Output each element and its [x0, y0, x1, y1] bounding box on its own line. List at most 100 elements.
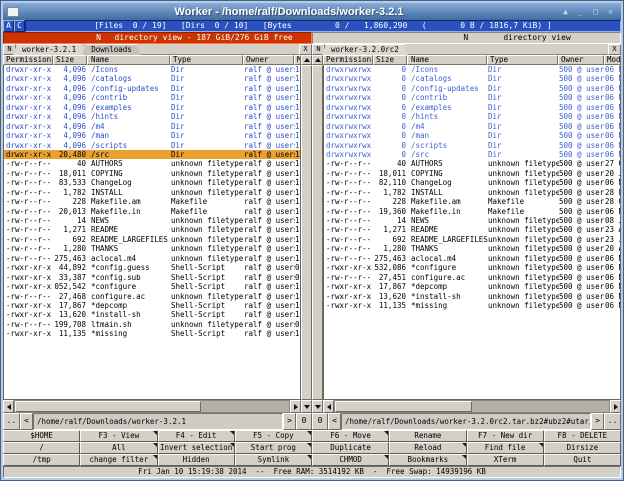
command-button[interactable]: Dirsize [544, 442, 621, 454]
column-header-size[interactable]: Size [373, 55, 407, 65]
file-row[interactable]: -rw-r--r--82,110ChangeLogunknown filetyp… [324, 178, 620, 187]
file-row[interactable]: -rw-r--r--1,782INSTALLunknown filetypera… [4, 188, 300, 197]
file-row[interactable]: -rwxr-xr-x1,052,542*configureShell-Scrip… [4, 282, 300, 291]
file-row[interactable]: -rw-r--r--228Makefile.amMakefile500 @ us… [324, 197, 620, 206]
file-row[interactable]: drwxr-xr-x4,096/config-updatesDirralf @ … [4, 84, 300, 93]
left-scroll-down-button[interactable] [301, 400, 312, 413]
column-header-name[interactable]: Name [407, 55, 487, 65]
file-row[interactable]: drwxr-xr-x4,096/manDirralf @ users1 [4, 131, 300, 140]
file-row[interactable]: drwxr-xr-x4,096/hintsDirralf @ users1 [4, 112, 300, 121]
column-header-type[interactable]: Type [170, 55, 243, 65]
file-row[interactable]: -rwxr-xr-x13,620*install-shShell-Scriptr… [4, 310, 300, 319]
file-row[interactable]: -rw-r--r--275,463aclocal.m4unknown filet… [4, 254, 300, 263]
file-row[interactable]: drwxr-xr-x4,096/catalogsDirralf @ users1 [4, 74, 300, 83]
file-row[interactable]: -rw-r--r--275,463aclocal.m4unknown filet… [324, 254, 620, 263]
file-row[interactable]: -rw-r--r--692README_LARGEFILESunknown fi… [324, 235, 620, 244]
right-mode-bar[interactable]: N directory view [312, 32, 621, 44]
file-row[interactable]: drwxrwxrwx0/manDir500 @ users06 N [324, 131, 620, 140]
left-vscroll-track[interactable] [301, 65, 312, 400]
right-hscroll-track[interactable] [334, 400, 610, 413]
panel-tab[interactable]: worker-3.2.0rc2 [322, 44, 408, 55]
command-button[interactable]: Rename [389, 430, 466, 442]
left-close-tab-button[interactable]: X [299, 44, 312, 55]
file-row[interactable]: -rw-r--r--199,708ltmain.shunknown filety… [4, 320, 300, 329]
file-row[interactable]: drwxr-xr-x4,096/contribDirralf @ users1 [4, 93, 300, 102]
minimize-icon[interactable]: _ [574, 6, 587, 18]
command-button[interactable]: All [80, 442, 157, 454]
command-button[interactable]: Invert selection [158, 442, 235, 454]
left-vertical-scrollbar[interactable] [301, 55, 312, 400]
file-row[interactable]: drwxr-xr-x4,096/scriptsDirralf @ users1 [4, 141, 300, 150]
file-row[interactable]: drwxr-xr-x4,096/IconsDirralf @ users1 [4, 65, 300, 74]
panel-tab[interactable]: Downloads [82, 44, 141, 55]
command-button[interactable]: Find file [467, 442, 544, 454]
file-row[interactable]: drwxrwxrwx0/m4Dir500 @ users06 N [324, 122, 620, 131]
right-vscroll-track[interactable] [312, 65, 323, 400]
left-hscroll-track[interactable] [14, 400, 290, 413]
command-button[interactable]: XTerm [467, 454, 544, 466]
command-button[interactable]: CHMOD [312, 454, 389, 466]
file-row[interactable]: -rw-r--r--14NEWSunknown filetyperalf @ u… [4, 216, 300, 225]
column-header-owner[interactable]: Owner [243, 55, 294, 65]
command-button[interactable]: /tmp [3, 454, 80, 466]
file-row[interactable]: -rwxr-xr-x33,387*config.subShell-Scriptr… [4, 273, 300, 282]
right-scroll-up-button[interactable] [312, 55, 323, 65]
panel-tab[interactable]: worker-3.2.1 [13, 44, 85, 55]
file-row[interactable]: -rw-r--r--1,271READMEunknown filetype500… [324, 225, 620, 234]
left-path-field[interactable]: /home/ralf/Downloads/worker-3.2.1 [33, 413, 283, 430]
right-hscroll-thumb[interactable] [335, 401, 472, 412]
left-file-list[interactable]: drwxr-xr-x4,096/IconsDirralf @ users1drw… [3, 65, 301, 400]
file-row[interactable]: -rw-r--r--27,468configure.acunknown file… [4, 292, 300, 301]
command-button[interactable]: $HOME [3, 430, 80, 442]
command-button[interactable]: Duplicate [312, 442, 389, 454]
titlebar[interactable]: Worker - /home/ralf/Downloads/worker-3.2… [3, 3, 621, 20]
keep-above-icon[interactable]: ▲ [559, 6, 572, 18]
left-vscroll-thumb[interactable] [301, 65, 312, 400]
left-history-back-button[interactable]: < [20, 413, 33, 430]
file-row[interactable]: drwxrwxrwx0/IconsDir500 @ users06 N [324, 65, 620, 74]
column-header-name[interactable]: Name [87, 55, 170, 65]
command-button[interactable]: F8 - DELETE [544, 430, 621, 442]
right-scroll-left-button[interactable] [323, 400, 334, 413]
close-icon[interactable]: ✕ [604, 6, 617, 18]
left-mode-bar[interactable]: N directory view - 187 GiB/276 GiB free [3, 32, 312, 44]
file-row[interactable]: -rw-r--r--18,011COPYINGunknown filetyper… [4, 169, 300, 178]
file-row[interactable]: drwxr-xr-x4,096/m4Dirralf @ users1 [4, 122, 300, 131]
file-row[interactable]: -rw-r--r--20,013Makefile.inMakefileralf … [4, 207, 300, 216]
file-row[interactable]: -rwxr-xr-x44,892*config.guessShell-Scrip… [4, 263, 300, 272]
file-row[interactable]: -rwxr-xr-x11,135*missingShell-Scriptralf… [4, 329, 300, 338]
column-header-owner[interactable]: Owner [558, 55, 604, 65]
command-button[interactable]: F5 - Copy [235, 430, 312, 442]
left-bank-button[interactable]: 0 [296, 413, 312, 430]
file-row[interactable]: drwxrwxrwx0/examplesDir500 @ users06 N [324, 103, 620, 112]
file-row[interactable]: drwxrwxrwx0/scriptsDir500 @ users06 N [324, 141, 620, 150]
command-button[interactable]: / [3, 442, 80, 454]
file-row[interactable]: -rw-r--r--14NEWSunknown filetype500 @ us… [324, 216, 620, 225]
command-button[interactable]: F6 - Move [312, 430, 389, 442]
maximize-icon[interactable]: □ [589, 6, 602, 18]
right-history-forward-button[interactable]: > [591, 413, 604, 430]
right-history-back-button[interactable]: < [328, 413, 341, 430]
command-button[interactable]: F4 - Edit [158, 430, 235, 442]
left-scroll-up-button[interactable] [301, 55, 312, 65]
file-row[interactable]: -rw-r--r--1,280THANKSunknown filetype500… [324, 244, 620, 253]
command-button[interactable]: Bookmarks [389, 454, 466, 466]
file-row[interactable]: -rw-r--r--40AUTHORSunknown filetyperalf … [4, 159, 300, 168]
column-header-permission[interactable]: Permission [323, 55, 373, 65]
command-button[interactable]: F3 - View [80, 430, 157, 442]
file-row[interactable]: -rw-r--r--18,011COPYINGunknown filetype5… [324, 169, 620, 178]
column-header-m[interactable]: M [294, 55, 301, 65]
column-header-modi[interactable]: Modi [604, 55, 621, 65]
column-header-type[interactable]: Type [487, 55, 558, 65]
file-row[interactable]: drwxrwxrwx0/hintsDir500 @ users06 N [324, 112, 620, 121]
column-header-permission[interactable]: Permission [3, 55, 53, 65]
file-row[interactable]: -rw-r--r--83,533ChangeLogunknown filetyp… [4, 178, 300, 187]
file-row[interactable]: -rwxr-xr-x532,086*configureunknown filet… [324, 263, 620, 272]
file-row[interactable]: -rw-r--r--1,782INSTALLunknown filetype50… [324, 188, 620, 197]
file-row[interactable]: -rw-r--r--228Makefile.amMakefileralf @ u… [4, 197, 300, 206]
command-button[interactable]: Hidden [158, 454, 235, 466]
mode-c-button[interactable]: C [14, 20, 25, 32]
file-row[interactable]: -rw-r--r--1,271READMEunknown filetyperal… [4, 225, 300, 234]
command-button[interactable]: Start prog [235, 442, 312, 454]
file-row[interactable]: drwxrwxrwx0/srcDir500 @ users06 N [324, 150, 620, 159]
